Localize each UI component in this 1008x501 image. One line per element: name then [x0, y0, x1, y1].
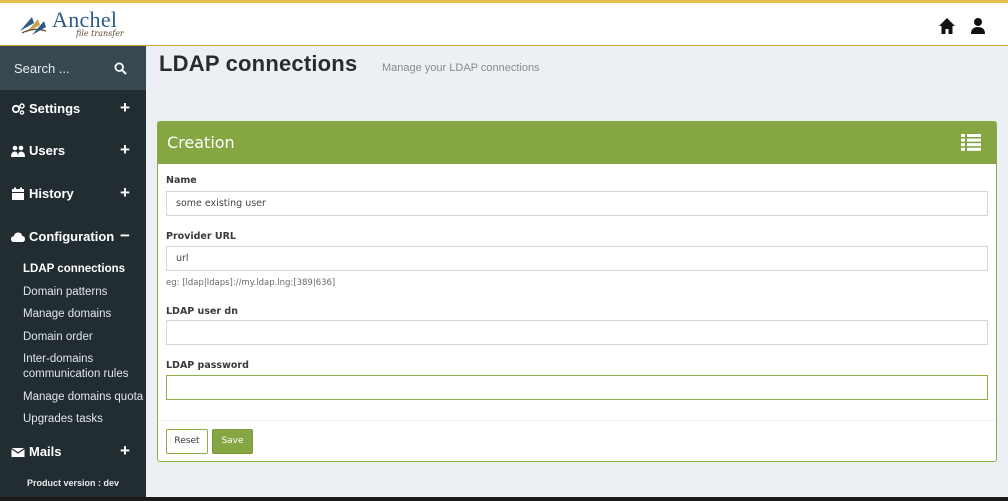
sidebar-item-label: Mails: [29, 444, 62, 459]
sidebar-search[interactable]: Search ...: [0, 46, 146, 90]
user-icon[interactable]: [969, 17, 987, 35]
top-header: Anchel file transfer: [0, 3, 1008, 46]
logo-icon: [20, 17, 47, 35]
expand-icon[interactable]: +: [120, 442, 130, 459]
panel-footer-divider: [158, 420, 996, 421]
page-subtitle: Manage your LDAP connections: [382, 62, 540, 74]
panel-title: Creation: [167, 133, 235, 152]
search-icon[interactable]: [114, 62, 127, 75]
envelope-icon: [11, 448, 25, 457]
save-button[interactable]: Save: [212, 429, 253, 454]
sidebar-subitem-communication-rules[interactable]: communication rules: [23, 367, 128, 382]
name-field[interactable]: some existing user: [166, 191, 988, 216]
users-icon: [11, 145, 25, 157]
product-version: Product version : dev: [26, 478, 120, 488]
sidebar-item-settings[interactable]: Settings +: [0, 93, 146, 125]
sidebar-subitem-manage-domains-quota[interactable]: Manage domains quota: [23, 390, 143, 405]
home-icon[interactable]: [938, 17, 956, 35]
calendar-icon: [12, 187, 24, 200]
search-input[interactable]: Search ...: [14, 61, 70, 76]
sidebar-item-mails[interactable]: Mails +: [0, 436, 146, 468]
main-content: LDAP connections Manage your LDAP connec…: [146, 46, 1008, 501]
provider-url-label: Provider URL: [166, 231, 236, 242]
sidebar-subitem-domain-order[interactable]: Domain order: [23, 330, 93, 345]
cloud-icon: [11, 232, 25, 242]
page-title: LDAP connections: [159, 51, 358, 76]
sidebar-item-configuration[interactable]: Configuration −: [0, 221, 146, 253]
expand-icon[interactable]: +: [120, 184, 130, 201]
expand-icon[interactable]: +: [120, 99, 130, 116]
bottom-edge: [0, 497, 1008, 501]
sidebar-subitem-domain-patterns[interactable]: Domain patterns: [23, 285, 107, 300]
creation-panel: Creation Name some existing user Provide…: [157, 121, 997, 462]
provider-url-field[interactable]: url: [166, 246, 988, 271]
provider-url-help: eg: [ldap|ldaps]://my.ldap.lng:[389|636]: [166, 278, 336, 288]
sidebar-subitem-ldap-connections[interactable]: LDAP connections: [23, 262, 125, 277]
ldap-user-dn-field[interactable]: [166, 320, 988, 345]
sidebar: Search ... Settings + Users + History + …: [0, 46, 146, 501]
ldap-password-field[interactable]: [166, 375, 988, 400]
sidebar-item-label: Users: [29, 143, 66, 158]
expand-icon[interactable]: +: [120, 141, 130, 158]
list-icon[interactable]: [961, 134, 981, 151]
ldap-password-label: LDAP password: [166, 360, 249, 371]
brand-tagline: file transfer: [76, 29, 124, 38]
sidebar-item-label: History: [29, 186, 74, 201]
reset-button[interactable]: Reset: [166, 429, 208, 454]
ldap-user-dn-label: LDAP user dn: [166, 306, 238, 317]
brand-logo[interactable]: Anchel file transfer: [12, 7, 142, 43]
sidebar-subitem-inter-domains[interactable]: Inter-domains: [23, 352, 93, 367]
sidebar-item-label: Settings: [29, 101, 81, 116]
panel-header: Creation: [158, 122, 996, 164]
collapse-icon[interactable]: −: [120, 227, 130, 244]
sidebar-item-history[interactable]: History +: [0, 178, 146, 210]
sidebar-subitem-upgrades-tasks[interactable]: Upgrades tasks: [23, 412, 103, 427]
sidebar-subitem-manage-domains[interactable]: Manage domains: [23, 307, 111, 322]
name-label: Name: [166, 175, 197, 186]
sidebar-item-label: Configuration: [29, 229, 115, 244]
sidebar-item-users[interactable]: Users +: [0, 135, 146, 167]
cogs-icon: [11, 103, 25, 115]
